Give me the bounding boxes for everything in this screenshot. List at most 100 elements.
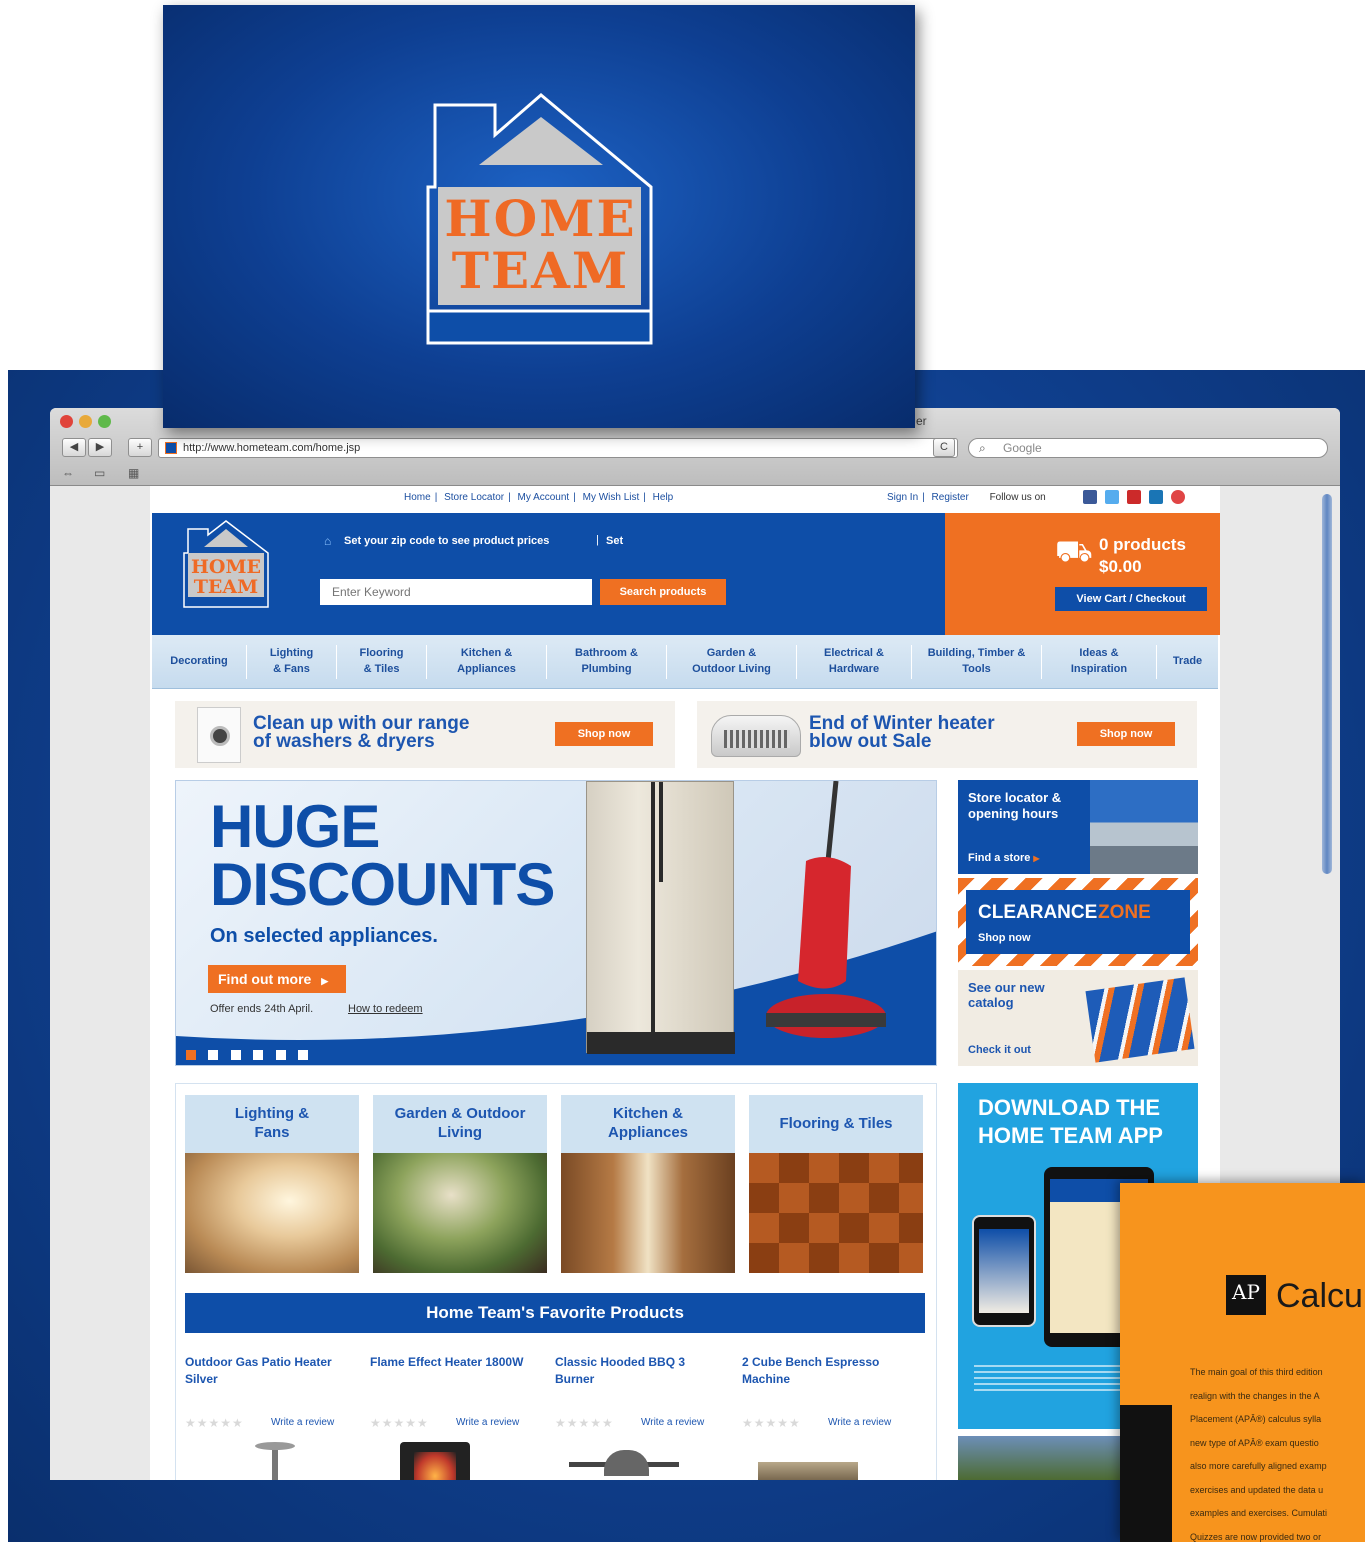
favorites-header: Home Team's Favorite Products — [185, 1293, 925, 1333]
reload-button[interactable]: C — [933, 438, 955, 457]
minimize-window-button[interactable] — [79, 415, 92, 428]
zip-set-link[interactable]: Set — [606, 535, 623, 547]
back-button[interactable]: ◀ — [62, 438, 86, 457]
flame-heater-image — [400, 1442, 470, 1480]
product-name[interactable]: Outdoor Gas Patio Heater Silver — [185, 1354, 355, 1388]
clearance-shop-now-link[interactable]: Shop now — [978, 932, 1031, 944]
carousel-dot-5[interactable] — [275, 1050, 286, 1060]
vertical-scrollbar[interactable] — [1322, 494, 1332, 874]
add-bookmark-button[interactable]: + — [128, 438, 152, 457]
rating-stars: ★★★★★ — [555, 1416, 614, 1430]
category-tile-kitchen[interactable]: Kitchen & Appliances — [561, 1095, 735, 1273]
web-page: Home | Store Locator | My Account | My Wish… — [150, 486, 1220, 1480]
nav-lighting-fans[interactable]: Lighting & Fans — [247, 645, 337, 679]
zoom-window-button[interactable] — [98, 415, 111, 428]
product-name[interactable]: Classic Hooded BBQ 3 Burner — [555, 1354, 725, 1388]
product-patio-heater[interactable]: Outdoor Gas Patio Heater Silver ★★★★★ Wr… — [185, 1354, 355, 1480]
product-cube-bench[interactable]: 2 Cube Bench Espresso Machine ★★★★★ Writ… — [742, 1354, 912, 1480]
clearance-zone-box[interactable]: CLEARANCE ZONE Shop now — [958, 878, 1198, 966]
carousel-dot-3[interactable] — [230, 1050, 241, 1060]
lamp-image — [185, 1153, 359, 1273]
home-pin-icon: ⌂ — [324, 534, 332, 548]
header-logo-line1: HOME — [190, 556, 262, 578]
check-it-out-link[interactable]: Check it out — [968, 1044, 1031, 1056]
carousel-dot-1[interactable] — [186, 1050, 196, 1060]
kitchen-image — [561, 1153, 735, 1273]
forward-button[interactable]: ▶ — [88, 438, 112, 457]
util-link-wish-list[interactable]: My Wish List — [583, 492, 640, 503]
cart-icon[interactable]: ⛟ — [1055, 537, 1093, 567]
nav-trade[interactable]: Trade — [1157, 645, 1218, 679]
search-products-button[interactable]: Search products — [600, 579, 726, 605]
product-name[interactable]: Flame Effect Heater 1800W — [370, 1354, 540, 1371]
promo-washers-shop-button[interactable]: Shop now — [555, 722, 653, 746]
catalog-box[interactable]: See our new catalog Check it out — [958, 970, 1198, 1066]
carousel-dot-6[interactable] — [298, 1050, 309, 1060]
promo-heater-line2: blow out Sale — [809, 731, 932, 752]
nav-decorating[interactable]: Decorating — [152, 645, 247, 679]
arrow-right-icon: ▶ — [321, 976, 329, 986]
grid-view-icon[interactable]: ▦ — [128, 466, 139, 480]
nav-flooring-tiles[interactable]: Flooring & Tiles — [337, 645, 427, 679]
url-bar[interactable]: http://www.hometeam.com/home.jsp — [158, 438, 958, 458]
pinterest-icon[interactable] — [1171, 490, 1185, 504]
keyword-search-input[interactable] — [320, 579, 592, 605]
hero-headline-line1: HUGE — [210, 793, 380, 860]
nav-garden-outdoor[interactable]: Garden & Outdoor Living — [667, 645, 797, 679]
util-link-store-locator[interactable]: Store Locator — [444, 492, 504, 503]
hero-subheadline: On selected appliances. — [210, 925, 438, 947]
util-link-help[interactable]: Help — [653, 492, 674, 503]
nav-ideas-inspiration[interactable]: Ideas & Inspiration — [1042, 645, 1157, 679]
carousel-dot-2[interactable] — [208, 1050, 219, 1060]
promo-washers-line2: of washers & dryers — [253, 731, 435, 752]
logo-text-line1: HOME — [444, 189, 637, 248]
promo-heater[interactable]: End of Winter heater blow out Sale Shop … — [697, 701, 1197, 768]
write-review-link[interactable]: Write a review — [828, 1417, 891, 1428]
util-link-my-account[interactable]: My Account — [518, 492, 570, 503]
top-sites-icon[interactable]: ⇔ — [62, 466, 74, 480]
ap-calculus-book: AP Calcul The main goal of this third ed… — [1120, 1183, 1365, 1542]
browser-search-field[interactable]: ⌕ Google — [968, 438, 1328, 458]
promo-washers[interactable]: Clean up with our range of washers & dry… — [175, 701, 675, 768]
close-window-button[interactable] — [60, 415, 73, 428]
youtube-icon[interactable] — [1127, 490, 1141, 504]
vacuum-image — [766, 781, 886, 1038]
flooring-image — [749, 1153, 923, 1273]
write-review-link[interactable]: Write a review — [456, 1417, 519, 1428]
write-review-link[interactable]: Write a review — [641, 1417, 704, 1428]
cart-count: 0 products — [1099, 535, 1186, 554]
app-title-line1: DOWNLOAD THE — [978, 1095, 1161, 1120]
nav-bathroom-plumbing[interactable]: Bathroom & Plumbing — [547, 645, 667, 679]
register-link[interactable]: Register — [932, 492, 969, 503]
sign-in-link[interactable]: Sign In — [887, 492, 918, 503]
product-name[interactable]: 2 Cube Bench Espresso Machine — [742, 1354, 912, 1388]
linkedin-icon[interactable] — [1149, 490, 1163, 504]
promo-heater-shop-button[interactable]: Shop now — [1077, 722, 1175, 746]
product-flame-heater[interactable]: Flame Effect Heater 1800W ★★★★★ Write a … — [370, 1354, 540, 1480]
site-favicon-icon — [165, 442, 177, 454]
facebook-icon[interactable] — [1083, 490, 1097, 504]
write-review-link[interactable]: Write a review — [271, 1417, 334, 1428]
category-tile-garden[interactable]: Garden & Outdoor Living — [373, 1095, 547, 1273]
book-text-line: Placement (APÂ®) calculus sylla — [1190, 1414, 1322, 1424]
nav-building-timber-tools[interactable]: Building, Timber & Tools — [912, 645, 1042, 679]
account-links: Sign In | Register Follow us on — [887, 492, 1046, 503]
category-nav: Decorating Lighting & Fans Flooring & Ti… — [152, 635, 1218, 689]
bookmarks-book-icon[interactable]: ▭ — [94, 466, 105, 480]
find-out-more-button[interactable]: Find out more ▶ — [208, 965, 346, 993]
zip-code-prompt: Set your zip code to see product prices — [344, 535, 550, 547]
carousel-dot-4[interactable] — [253, 1050, 264, 1060]
category-tile-flooring[interactable]: Flooring & Tiles — [749, 1095, 923, 1273]
find-a-store-link[interactable]: Find a store ▶ — [968, 852, 1040, 864]
nav-kitchen-appliances[interactable]: Kitchen & Appliances — [427, 645, 547, 679]
view-cart-checkout-button[interactable]: View Cart / Checkout — [1055, 587, 1207, 611]
header-logo-line2: TEAM — [193, 576, 259, 598]
app-title-line2: HOME TEAM APP — [978, 1123, 1163, 1148]
store-locator-box[interactable]: Store locator & opening hours Find a sto… — [958, 780, 1198, 874]
how-to-redeem-link[interactable]: How to redeem — [348, 1003, 423, 1015]
category-tile-lighting[interactable]: Lighting & Fans — [185, 1095, 359, 1273]
twitter-icon[interactable] — [1105, 490, 1119, 504]
product-bbq[interactable]: Classic Hooded BBQ 3 Burner ★★★★★ Write … — [555, 1354, 725, 1476]
nav-electrical-hardware[interactable]: Electrical & Hardware — [797, 645, 912, 679]
util-link-home[interactable]: Home — [404, 492, 431, 503]
